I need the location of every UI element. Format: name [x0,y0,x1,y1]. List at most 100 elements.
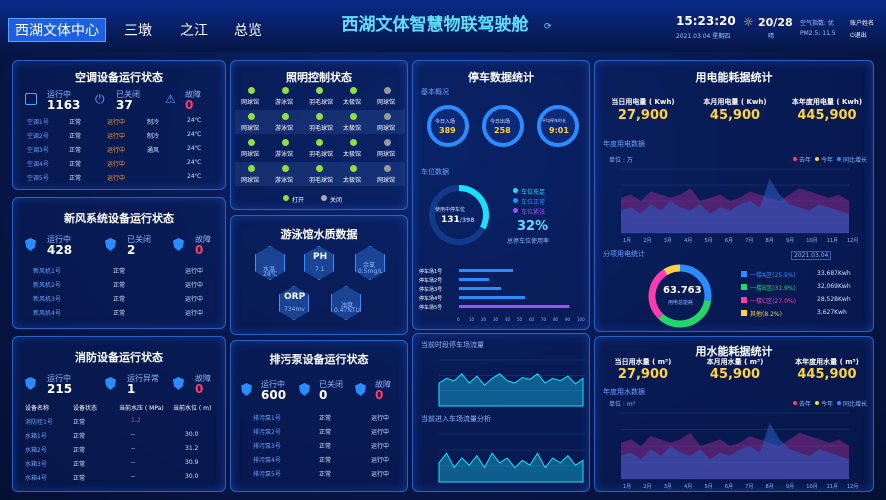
light-label: 太极馆 [343,125,362,132]
sewage-cell: 正常 [319,443,332,450]
fire-cell: -- [131,445,136,452]
light-status-dot[interactable] [316,87,323,94]
light-status-dot[interactable] [384,113,391,120]
water-month: 10月 [806,484,817,489]
light-status-dot[interactable] [350,87,357,94]
pie-center-value: 63.763 [663,285,702,296]
elec-month: 10月 [806,238,817,243]
ac-title: 空调设备运行状态 [75,71,163,84]
light-status-dot[interactable] [350,139,357,146]
light-status-dot[interactable] [350,113,357,120]
fresh-panel: 新风系统设备运行状态 运行中 428 已关闭 2 故障 0 新风机1号 正常 运行中… [12,197,226,329]
light-status-dot[interactable] [316,139,323,146]
ac-cell: 空调2号 [27,133,49,140]
pie-date-picker[interactable]: 2021.03.04 [791,251,832,260]
light-status-dot[interactable] [282,139,289,146]
legend-on-dot [283,195,289,201]
water-year-value: 445,900 [797,367,857,382]
fire-cell: 正常 [73,475,86,482]
sewage-cell: 排污泵2号 [253,429,281,436]
water-panel: 游泳馆水质数据 水温 28℃ PH 7.1 余氯 0.5mg/L ORP 734… [230,215,408,335]
light-status-dot[interactable] [248,87,255,94]
user-name[interactable]: 账户姓名 [850,18,874,27]
nav-tab-zhijiang[interactable]: 之江 [168,18,220,42]
light-panel: 照明控制状态 网球馆 游泳馆 羽毛球馆 太极馆 网球馆 网球馆 游泳馆 羽毛球馆 太极馆 网球馆网… [230,60,408,210]
light-status-dot[interactable] [248,113,255,120]
light-status-dot[interactable] [282,87,289,94]
legend-on-label: 打开 [292,197,305,204]
light-label: 太极馆 [343,151,362,158]
power-icon: ⏻ [95,92,105,106]
water-energy-panel: 用水能耗据统计 当日用水量 ( m³) 27,900 本月用水量 ( m³) 4… [594,336,874,492]
water-day-value: 27,900 [617,367,669,382]
light-status-dot[interactable] [282,113,289,120]
nav-tab-xihu[interactable]: 西湖文体中心 [8,18,106,42]
sewage-cell: 运行中 [371,415,390,422]
elec-sub-label: 年度用电数据 [603,140,645,148]
light-status-dot[interactable] [384,165,391,172]
parking-tick: 60 [529,317,535,322]
sewage-cell: 正常 [319,429,332,436]
legend-dot [837,157,841,161]
water-title: 游泳馆水质数据 [280,228,358,241]
sewage-cell: 运行中 [371,457,390,464]
parking-basic-label: 基本概况 [421,88,449,96]
light-label: 网球馆 [241,99,260,106]
light-label: 太极馆 [343,177,362,184]
parking-legend-label: 车位充足 [521,189,546,196]
fresh-cell: 运行中 [185,296,204,303]
ac-cell: 制冷 [147,119,160,126]
fresh-cell: 新风机2号 [33,282,61,289]
light-status-dot[interactable] [316,113,323,120]
usage-rate-label: 总停车位使用率 [507,238,550,245]
legend-dot [793,401,797,405]
light-label: 游泳馆 [275,125,294,132]
parking-bar [459,296,525,299]
water-month: 8月 [766,484,774,489]
fire-cell: 30.9 [185,459,199,466]
shield-icon [173,377,184,390]
ph-value: 7.1 [315,266,325,273]
parking-bar-label: 停车场4号 [419,295,442,302]
fire-header: 设备名称 [25,405,50,412]
water-area-chart: 1月 2月 3月 4月 5月 6月 7月 8月 9月 10月 11月 12月 [621,412,858,489]
fire-cell: 水箱2号 [25,447,47,454]
legend-dot [815,157,819,161]
exit-value: 258 [494,126,511,135]
shield-icon [355,383,366,396]
refresh-icon[interactable]: ⟳ [544,22,552,32]
fire-header: 设备状态 [73,405,98,412]
sewage-fault-value: 0 [375,388,384,402]
sun-icon: ☼ [743,15,754,29]
pie-title: 分项用电统计 [603,250,645,258]
fire-panel: 消防设备运行状态 运行中 215 运行异常 1 故障 0 设备名称 设备状态 当前水… [12,336,226,492]
light-status-dot[interactable] [248,139,255,146]
fire-cell: 水箱1号 [25,433,47,440]
usage-count: 131/398 [441,215,475,225]
light-status-dot[interactable] [316,165,323,172]
fire-cell: 正常 [73,447,86,454]
sewage-cell: 排污泵1号 [253,415,281,422]
pie-legend-swatch [741,271,747,277]
light-status-dot[interactable] [384,139,391,146]
fresh-fault-value: 0 [195,243,204,257]
light-status-dot[interactable] [282,165,289,172]
pie-legend-value: 33,687Kwh [817,270,851,277]
ac-closed-value: 37 [116,98,133,112]
light-status-dot[interactable] [248,165,255,172]
pie-legend-value: 28,528Kwh [817,296,851,303]
pie-legend-swatch [741,284,747,290]
usage-total: 398 [462,217,475,224]
logout-button[interactable]: ⏻退出 [850,30,867,40]
elec-month: 4月 [684,238,692,243]
pie-legend-label: 一楼B区(31.9%) [750,285,796,292]
light-label: 游泳馆 [275,151,294,158]
light-status-dot[interactable] [384,87,391,94]
nav-tab-sandun[interactable]: 三墩 [112,18,164,42]
flow2-title: 当前进入车场流量分析 [421,415,491,423]
parking-bar [459,287,501,290]
parking-tick: 80 [553,317,559,322]
ac-cell: 制冷 [147,133,160,140]
elec-month: 8月 [766,238,774,243]
light-status-dot[interactable] [350,165,357,172]
